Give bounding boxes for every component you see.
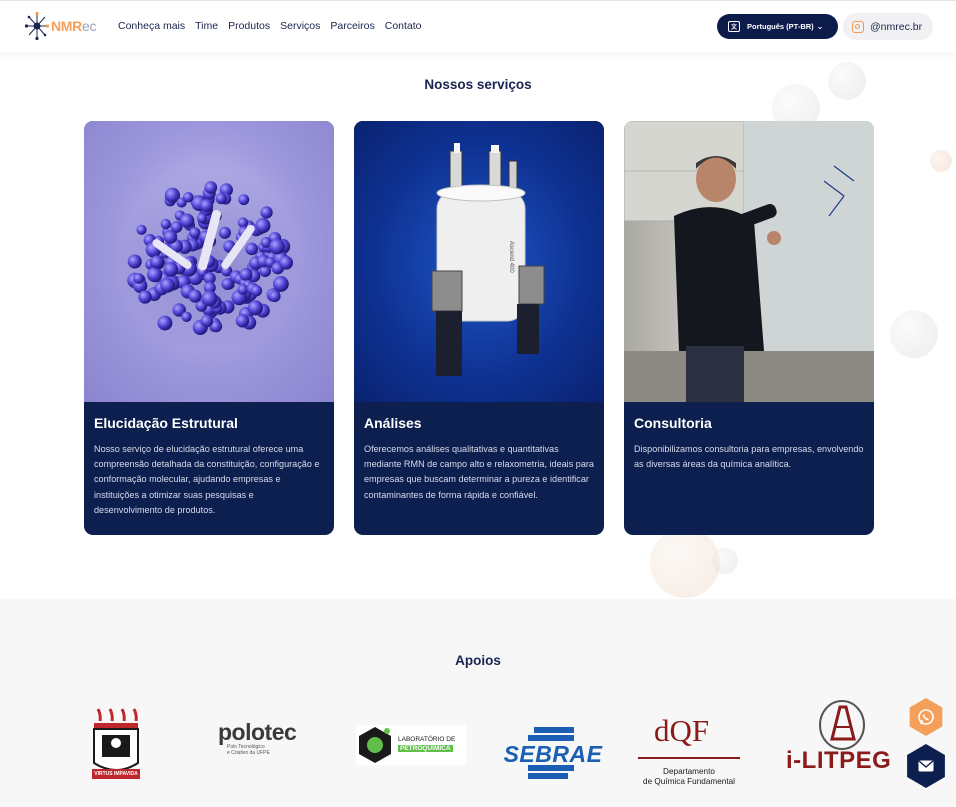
petro-line2: PETROQUÍMICA — [398, 745, 453, 752]
translate-icon: 文 — [728, 21, 740, 32]
logo-wordmark: NMRec — [51, 18, 96, 34]
card-text: Disponibilizamos consultoria para empres… — [634, 444, 864, 470]
dqf-name: dQF — [654, 713, 710, 748]
card-title: Elucidação Estrutural — [94, 415, 238, 431]
main-nav: Conheça mais Time Produtos Serviços Parc… — [118, 20, 432, 32]
nav-conheca-mais[interactable]: Conheça mais — [118, 20, 185, 32]
litpeg-logo[interactable]: i-LITPEG — [786, 699, 900, 779]
logo-ec-text: ec — [81, 18, 97, 34]
service-card-analises[interactable]: Ascend 400 Análises Oferecemos análises … — [354, 121, 604, 535]
dqf-line2: de Química Fundamental — [643, 777, 735, 786]
language-selector[interactable]: 文 Português (PT-BR) ⌄ — [717, 14, 838, 39]
instagram-handle: @nmrec.br — [870, 20, 923, 33]
site-header: NMRec Conheça mais Time Produtos Serviço… — [0, 0, 956, 52]
logo-nmr-text: NMR — [51, 18, 82, 34]
service-card-elucidacao[interactable]: Elucidação Estrutural Nosso serviço de e… — [84, 121, 334, 535]
polotec-sub2: e Criativo da UFPE — [227, 750, 270, 756]
dqf-divider — [638, 757, 740, 759]
nmr-spectrometer-image: Ascend 400 — [354, 121, 604, 402]
ufpe-logo[interactable]: VIRTUS IMPAVIDA — [90, 707, 142, 785]
chevron-down-icon: ⌄ — [816, 22, 824, 31]
svg-text:Ascend 400: Ascend 400 — [508, 241, 514, 273]
dqf-line1: Departamento — [663, 767, 715, 776]
ufpe-motto: VIRTUS IMPAVIDA — [94, 771, 138, 777]
sebrae-text: SEBRAE — [503, 741, 603, 767]
card-body: Análises Oferecemos análises qualitativa… — [354, 402, 604, 535]
nav-contato[interactable]: Contato — [385, 20, 422, 32]
card-title: Análises — [364, 415, 422, 431]
nav-parceiros[interactable]: Parceiros — [330, 20, 374, 32]
consultant-photo — [624, 121, 874, 402]
card-title: Consultoria — [634, 415, 712, 431]
card-text: Nosso serviço de elucidação estrutural o… — [94, 444, 320, 515]
petro-line1: LABORATÓRIO DE — [398, 736, 456, 743]
card-body: Consultoria Disponibilizamos consultoria… — [624, 402, 874, 535]
services-title: Nossos serviços — [424, 77, 532, 92]
polotec-logo[interactable]: polotec Polo Tecnológico e Criativo da U… — [218, 719, 310, 759]
instagram-link[interactable]: @nmrec.br — [843, 13, 933, 40]
service-card-consultoria[interactable]: Consultoria Disponibilizamos consultoria… — [624, 121, 874, 535]
instagram-icon — [852, 20, 864, 33]
molecule-logo-icon — [24, 11, 50, 41]
nmrec-logo[interactable]: NMRec — [24, 10, 96, 42]
supports-title: Apoios — [455, 653, 501, 668]
sebrae-logo[interactable]: SEBRAE — [498, 727, 608, 783]
dqf-logo[interactable]: dQF Departamento de Química Fundamental — [636, 713, 746, 789]
nav-time[interactable]: Time — [195, 20, 218, 32]
mail-icon — [918, 760, 934, 772]
molecule-sphere-image — [84, 121, 334, 402]
card-body: Elucidação Estrutural Nosso serviço de e… — [84, 402, 334, 535]
petroquimica-logo[interactable]: LABORATÓRIO DE PETROQUÍMICA — [356, 725, 466, 765]
card-text: Oferecemos análises qualitativas e quant… — [364, 444, 594, 500]
whatsapp-icon — [918, 709, 934, 725]
nav-produtos[interactable]: Produtos — [228, 20, 270, 32]
litpeg-text: i-LITPEG — [786, 747, 892, 774]
supports-section: Apoios VIRTUS IMPAVIDA polotec Polo Tecn… — [0, 599, 956, 807]
language-label: Português (PT-BR) — [747, 22, 814, 31]
polotec-name: polotec — [218, 719, 297, 745]
nav-servicos[interactable]: Serviços — [280, 20, 320, 32]
